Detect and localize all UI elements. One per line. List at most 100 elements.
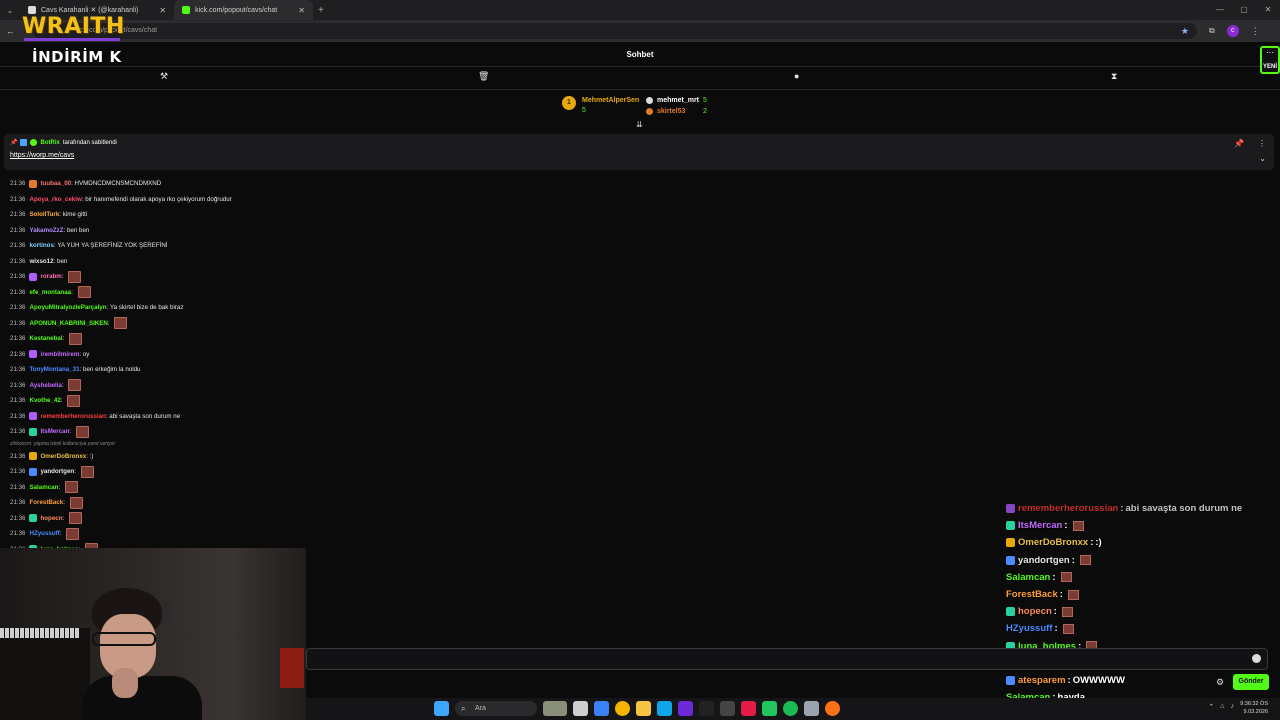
chat-username[interactable]: APONUN_KABRINI_SIKEN: [29, 320, 107, 327]
pinned-controls: 📌 ⋮: [1234, 139, 1266, 148]
chat-username[interactable]: ForestBack: [29, 499, 63, 506]
bookmark-star-icon[interactable]: ★: [1181, 23, 1189, 39]
tray-chevron-icon[interactable]: ⌃: [1208, 703, 1214, 711]
chat-message: 21:36 hopecn:: [10, 511, 610, 527]
pinned-menu-icon[interactable]: ⋮: [1258, 139, 1266, 148]
app-icon[interactable]: [804, 701, 819, 716]
tab-list-icon[interactable]: ⌄: [0, 6, 20, 15]
chat-username[interactable]: Salamcan: [29, 484, 58, 491]
chat-username[interactable]: kortinos: [29, 242, 53, 249]
chat-username[interactable]: SolollTurk: [29, 211, 59, 218]
app-icon[interactable]: [699, 701, 714, 716]
task-view-icon[interactable]: [573, 701, 588, 716]
chat-username[interactable]: OmerDoBronxx: [40, 453, 86, 460]
tab-label: Cavs Karahanli ✕ (@karahanli): [41, 7, 139, 14]
chat-username[interactable]: ApoyuMitralyozleParçalyn: [29, 304, 106, 311]
overlay-username: atesparem: [1018, 674, 1066, 686]
profile-avatar[interactable]: c: [1226, 25, 1239, 37]
chat-username[interactable]: Apoya_rko_cekiw: [29, 196, 81, 203]
gear-icon[interactable]: ⚙: [1216, 677, 1224, 688]
send-button[interactable]: Gönder: [1233, 674, 1269, 690]
chat-username[interactable]: ItsMercan: [40, 428, 69, 435]
edge-icon[interactable]: [657, 701, 672, 716]
logo-underline: [24, 38, 120, 41]
leader-name[interactable]: MehmetAlperSen: [582, 97, 639, 104]
message-text: bir hanımefendi olarak apoya rko çekiyor…: [85, 195, 232, 203]
file-explorer-icon[interactable]: [636, 701, 651, 716]
new-tab-button[interactable]: +: [313, 5, 329, 16]
chat-username[interactable]: tuubaa_00: [40, 180, 71, 187]
pinned-author[interactable]: BotRix: [40, 140, 59, 146]
leader-count: 5: [582, 107, 586, 114]
menu-dots-icon: ⋯: [1266, 48, 1274, 57]
browser-icon[interactable]: [825, 701, 840, 716]
chat-username[interactable]: Kvothe_42: [29, 397, 60, 404]
discord-icon[interactable]: [678, 701, 693, 716]
emoji-icon[interactable]: [1252, 654, 1261, 663]
chat-username[interactable]: rorabm: [40, 273, 61, 280]
app-icon[interactable]: [741, 701, 756, 716]
colon: :: [62, 514, 66, 522]
rank-3-icon: [646, 108, 653, 115]
message-time: 21:36: [10, 397, 26, 405]
leader-name[interactable]: mehmet_mrt: [657, 97, 699, 104]
back-arrow-icon[interactable]: ←: [6, 26, 15, 36]
emote-icon: [75, 425, 89, 438]
divider: [0, 89, 1280, 90]
chat-username[interactable]: efe_montanaa: [29, 289, 71, 296]
volume-icon[interactable]: ♪: [1231, 703, 1235, 711]
chat-input[interactable]: [306, 648, 1268, 670]
chat-username[interactable]: yandortgen: [40, 468, 74, 475]
chrome-icon[interactable]: [615, 701, 630, 716]
windows-start-icon[interactable]: [434, 701, 449, 716]
browser-menu-icon[interactable]: ⋮: [1251, 26, 1260, 37]
trash-icon[interactable]: 🗑: [478, 71, 489, 82]
chat-bubble-icon[interactable]: ●: [794, 71, 799, 81]
chevron-down-icon[interactable]: ⌄: [1259, 154, 1266, 163]
chat-username[interactable]: hopecn: [40, 515, 62, 522]
chat-message: 21:36 ApoyuMitralyozleParçalyn: Ya skirte…: [10, 300, 610, 316]
tab-kick-chat[interactable]: kick.com/popout/cavs/chat ✕: [174, 0, 313, 20]
system-clock[interactable]: 9:36:32 ÖS 9.03.2026: [1240, 700, 1268, 716]
widgets-icon[interactable]: [543, 701, 567, 716]
message-time: 21:36: [10, 273, 26, 281]
emote-icon: [1060, 572, 1072, 583]
chat-username[interactable]: wixso12: [29, 258, 53, 265]
overlay-chat-message: rememberherorussian: abi savaşta son duru…: [1006, 500, 1276, 517]
minimize-button[interactable]: —: [1208, 0, 1232, 20]
copilot-icon[interactable]: [594, 701, 609, 716]
new-feature-button[interactable]: ⋯ YENİ: [1260, 46, 1280, 74]
unpin-icon[interactable]: 📌: [1234, 139, 1244, 148]
taskbar-search[interactable]: Ara: [455, 701, 537, 716]
app-icon[interactable]: [720, 701, 735, 716]
hammer-icon[interactable]: ⚒: [160, 71, 168, 82]
colon: :: [71, 288, 75, 296]
chat-username[interactable]: YakamoZzZ: [29, 227, 63, 234]
emote-icon: [1067, 589, 1079, 600]
network-icon[interactable]: ⌂: [1220, 703, 1224, 711]
url-field[interactable]: kick.com/popout/cavs/chat ★: [33, 23, 1197, 39]
chat-username[interactable]: irembilmirem: [40, 351, 79, 358]
chat-username[interactable]: HZyussuff: [29, 530, 59, 537]
message-time: 21:36: [10, 499, 26, 507]
whatsapp-icon[interactable]: [762, 701, 777, 716]
pinned-link[interactable]: https://worp.me/cavs: [10, 152, 74, 159]
expand-leaderboard-icon[interactable]: ⇊: [636, 120, 643, 129]
user-badge-icon: [1006, 607, 1015, 617]
chat-username[interactable]: Ayshebelia: [29, 382, 61, 389]
user-badge-icon: [29, 412, 38, 421]
leader-name[interactable]: skirtel53: [657, 108, 685, 115]
close-window-button[interactable]: ✕: [1256, 0, 1280, 20]
chat-username[interactable]: Kestanebal: [29, 335, 62, 342]
user-badge-icon: [1006, 521, 1015, 531]
maximize-button[interactable]: ▢: [1232, 0, 1256, 20]
spotify-icon[interactable]: [783, 701, 798, 716]
message-text: oy: [82, 350, 90, 358]
extensions-icon[interactable]: ⧉: [1209, 26, 1215, 36]
close-tab-icon[interactable]: ✕: [159, 6, 166, 15]
chat-username[interactable]: TonyMontana_31: [29, 366, 79, 373]
close-tab-icon[interactable]: ✕: [298, 6, 305, 15]
message-text: ben: [57, 257, 68, 265]
hourglass-icon[interactable]: ⧗: [1111, 71, 1117, 82]
chat-username[interactable]: rememberherorussian: [40, 413, 105, 420]
